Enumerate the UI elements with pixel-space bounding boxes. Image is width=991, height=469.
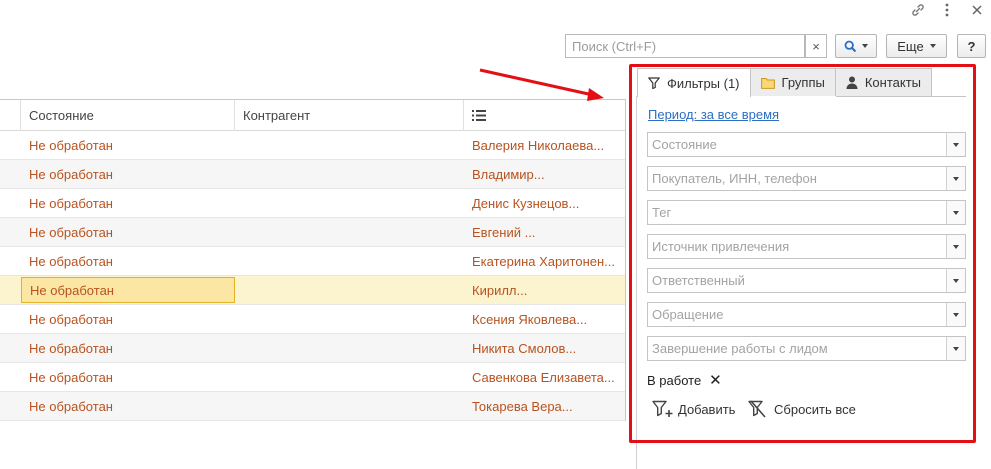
cell-counterparty[interactable] <box>235 276 464 304</box>
column-header-state[interactable]: Состояние <box>21 100 235 131</box>
help-button[interactable]: ? <box>957 34 986 58</box>
row-marker <box>0 363 21 391</box>
cell-contact[interactable]: Екатерина Харитонен... <box>464 247 625 275</box>
magnifier-icon <box>844 40 857 52</box>
find-button[interactable] <box>835 34 877 58</box>
table-row[interactable]: Не обработан Евгений ... <box>0 218 625 247</box>
table-row[interactable]: Не обработан Савенкова Елизавета... <box>0 363 625 392</box>
table-body: Не обработан Валерия Николаева... Не обраб… <box>0 131 625 421</box>
column-header-counterparty[interactable]: Контрагент <box>235 100 464 131</box>
search-input[interactable] <box>572 38 798 54</box>
cell-contact[interactable]: Ксения Яковлева... <box>464 305 625 333</box>
leads-table: Состояние Контрагент Не обработан Валерия… <box>0 99 626 421</box>
table-row[interactable]: Не обработан Кирилл... <box>0 276 625 305</box>
table-row[interactable]: Не обработан Екатерина Харитонен... <box>0 247 625 276</box>
cell-contact[interactable]: Савенкова Елизавета... <box>464 363 625 391</box>
cell-counterparty[interactable] <box>235 218 464 246</box>
header-spacer <box>0 100 21 131</box>
row-marker <box>0 305 21 333</box>
row-marker <box>0 189 21 217</box>
cell-contact[interactable]: Кирилл... <box>464 276 625 304</box>
table-row[interactable]: Не обработан Владимир... <box>0 160 625 189</box>
cell-counterparty[interactable] <box>235 363 464 391</box>
cell-contact[interactable]: Денис Кузнецов... <box>464 189 625 217</box>
cell-contact[interactable]: Евгений ... <box>464 218 625 246</box>
link-icon[interactable] <box>907 0 929 20</box>
cell-state[interactable]: Не обработан <box>21 305 235 333</box>
cell-state[interactable]: Не обработан <box>21 131 235 159</box>
table-row[interactable]: Не обработан Никита Смолов... <box>0 334 625 363</box>
cell-counterparty[interactable] <box>235 131 464 159</box>
chevron-down-icon <box>862 44 868 48</box>
cell-contact[interactable]: Никита Смолов... <box>464 334 625 362</box>
cell-state[interactable]: Не обработан <box>21 247 235 275</box>
cell-state[interactable]: Не обработан <box>21 392 235 420</box>
highlight-frame <box>629 64 976 443</box>
close-icon[interactable] <box>966 0 988 20</box>
cell-state[interactable]: Не обработан <box>21 334 235 362</box>
table-row[interactable]: Не обработан Валерия Николаева... <box>0 131 625 160</box>
chevron-down-icon <box>929 44 936 48</box>
list-icon <box>472 110 486 121</box>
row-marker <box>0 276 21 304</box>
row-marker <box>0 392 21 420</box>
table-row[interactable]: Не обработан Токарева Вера... <box>0 392 625 421</box>
cell-state[interactable]: Не обработан <box>21 218 235 246</box>
cell-counterparty[interactable] <box>235 160 464 188</box>
cell-counterparty[interactable] <box>235 247 464 275</box>
cell-counterparty[interactable] <box>235 334 464 362</box>
search-field[interactable] <box>565 34 805 58</box>
more-button-label: Еще <box>897 38 924 54</box>
vertical-dots-icon[interactable] <box>936 0 958 20</box>
column-header-label: Контрагент <box>243 108 311 123</box>
column-header-list[interactable] <box>464 100 625 131</box>
cell-counterparty[interactable] <box>235 392 464 420</box>
row-marker <box>0 334 21 362</box>
row-marker <box>0 131 21 159</box>
table-row[interactable]: Не обработан Денис Кузнецов... <box>0 189 625 218</box>
cell-state[interactable]: Не обработан <box>21 277 235 303</box>
cell-contact[interactable]: Владимир... <box>464 160 625 188</box>
cell-contact[interactable]: Валерия Николаева... <box>464 131 625 159</box>
cell-counterparty[interactable] <box>235 189 464 217</box>
cell-state[interactable]: Не обработан <box>21 363 235 391</box>
column-header-label: Состояние <box>29 108 94 123</box>
more-button[interactable]: Еще <box>886 34 947 58</box>
table-header: Состояние Контрагент <box>0 100 625 131</box>
table-row[interactable]: Не обработан Ксения Яковлева... <box>0 305 625 334</box>
row-marker <box>0 160 21 188</box>
row-marker <box>0 247 21 275</box>
cell-state[interactable]: Не обработан <box>21 189 235 217</box>
clear-icon: × <box>812 38 820 54</box>
cell-state[interactable]: Не обработан <box>21 160 235 188</box>
search-clear-button[interactable]: × <box>805 34 827 58</box>
cell-contact[interactable]: Токарева Вера... <box>464 392 625 420</box>
cell-counterparty[interactable] <box>235 305 464 333</box>
row-marker <box>0 218 21 246</box>
help-label: ? <box>967 38 976 54</box>
